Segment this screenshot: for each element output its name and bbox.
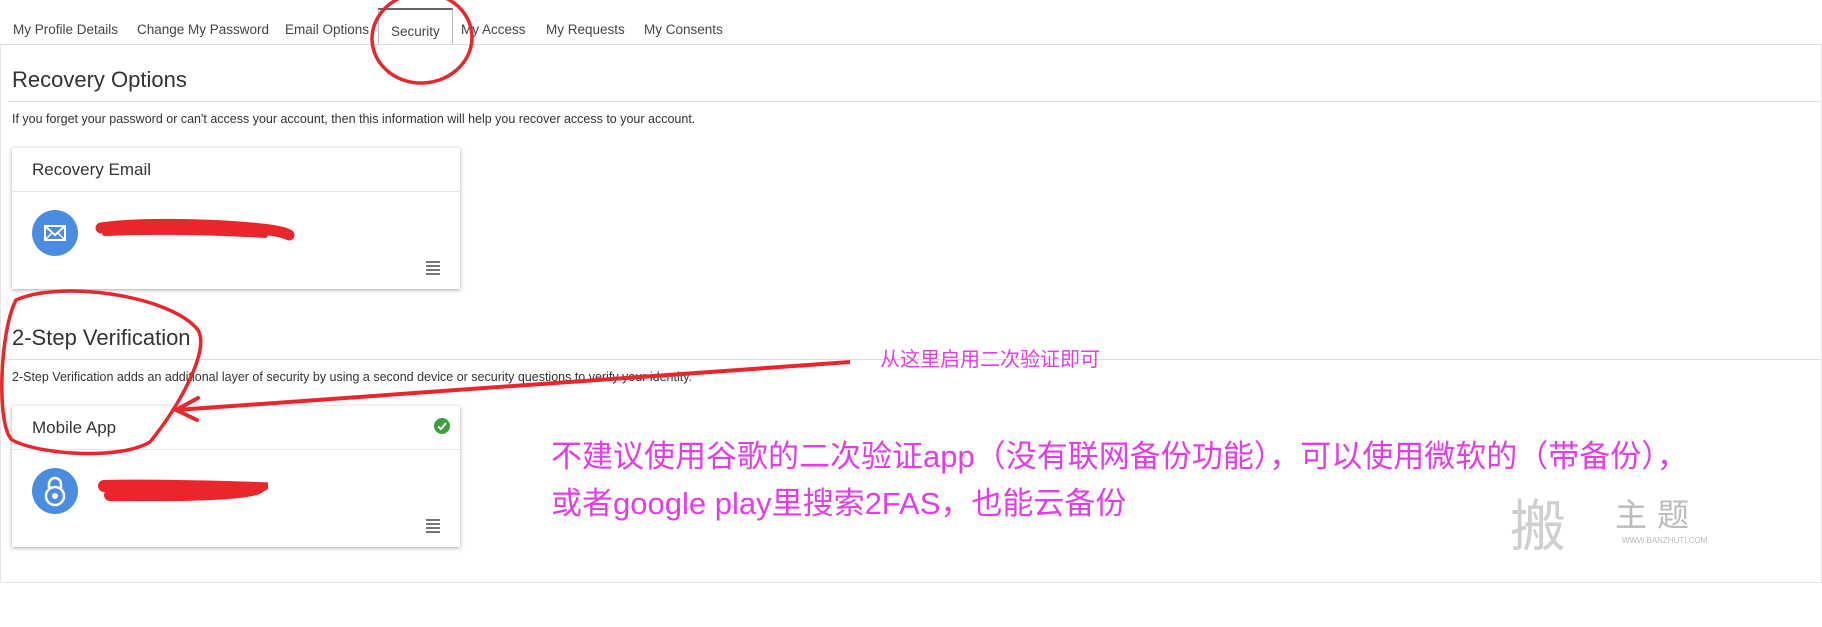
- tab-my-access[interactable]: My Access: [461, 22, 526, 37]
- redaction-mark: [95, 218, 295, 241]
- watermark-url: WWW.BANZHUTI.COM: [1622, 536, 1708, 545]
- tab-my-consents[interactable]: My Consents: [644, 22, 723, 37]
- two-step-verification-title: 2-Step Verification: [12, 325, 191, 350]
- divider: [8, 101, 1820, 102]
- recovery-options-title: Recovery Options: [12, 67, 187, 92]
- tab-my-profile-details[interactable]: My Profile Details: [13, 22, 118, 37]
- divider: [12, 449, 460, 450]
- envelope-icon: [32, 210, 78, 256]
- check-circle-icon: [434, 418, 450, 434]
- watermark-logo-char: 搬: [1510, 495, 1566, 560]
- recovery-email-card-title: Recovery Email: [32, 160, 152, 179]
- redaction-mark: [98, 479, 268, 502]
- tab-bar: My Profile Details Change My Password Em…: [0, 0, 1822, 45]
- two-step-description: 2-Step Verification adds an additional l…: [12, 370, 692, 384]
- tab-change-my-password[interactable]: Change My Password: [137, 22, 269, 37]
- watermark: 搬 主 题 WWW.BANZHUTI.COM: [1510, 482, 1740, 560]
- annotation-note-line1: 不建议使用谷歌的二次验证app（没有联网备份功能），可以使用微软的（带备份），: [551, 439, 1688, 474]
- tab-security[interactable]: Security: [378, 8, 453, 44]
- watermark-title: 主 题: [1615, 496, 1690, 534]
- tab-email-options[interactable]: Email Options: [285, 22, 369, 37]
- divider: [12, 191, 460, 192]
- annotation-note-line2: 或者google play里搜索2FAS，也能云备份: [551, 486, 1127, 521]
- mobile-app-card-title: Mobile App: [32, 418, 117, 437]
- lock-icon: [32, 468, 78, 514]
- menu-icon[interactable]: [426, 261, 440, 277]
- menu-icon[interactable]: [426, 519, 440, 535]
- annotation-arrow-note: 从这里启用二次验证即可: [880, 349, 1100, 371]
- tab-my-requests[interactable]: My Requests: [546, 22, 625, 37]
- recovery-description: If you forget your password or can't acc…: [12, 112, 696, 126]
